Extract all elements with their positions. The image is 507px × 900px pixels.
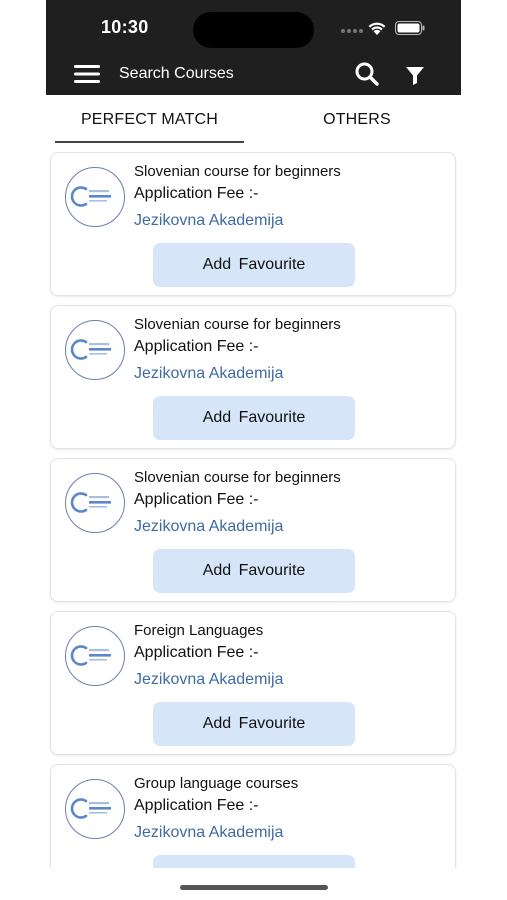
app-bar-title: Search Courses [119,65,234,82]
status-time: 10:30 [101,17,149,37]
battery-icon [395,21,425,35]
provider-logo-image [70,798,111,819]
course-name: Slovenian course for beginners [134,316,341,333]
application-fee: Application Fee :- [134,185,259,202]
provider-logo-image [70,492,111,513]
provider-logo [65,167,125,227]
provider-logo-image [70,339,111,360]
provider-link[interactable]: Jezikovna Akademija [134,365,283,383]
search-icon [355,62,379,86]
provider-logo [65,320,125,380]
add-favourite-button[interactable] [153,855,355,868]
tab-bar: PERFECT MATCH OTHERS [46,95,461,145]
provider-logo-image [70,186,111,207]
course-name: Slovenian course for beginners [134,469,341,486]
search-button[interactable] [354,61,380,87]
provider-logo [65,626,125,686]
filter-icon [406,67,424,85]
tab-others[interactable]: OTHERS [262,95,452,145]
provider-link[interactable]: Jezikovna Akademija [134,518,283,536]
home-indicator [180,885,328,890]
add-favourite-button[interactable]: Add Favourite [153,243,355,287]
application-fee: Application Fee :- [134,644,259,661]
course-card[interactable]: Slovenian course for beginners Applicati… [50,458,456,602]
provider-logo [65,779,125,839]
course-name: Foreign Languages [134,622,264,639]
tab-perfect-match[interactable]: PERFECT MATCH [55,95,244,145]
application-fee: Application Fee :- [134,491,259,508]
course-name: Slovenian course for beginners [134,163,341,180]
provider-logo-image [70,645,111,666]
course-list[interactable]: Slovenian course for beginners Applicati… [46,145,461,868]
add-favourite-button[interactable]: Add Favourite [153,396,355,440]
course-card[interactable]: Group language courses Application Fee :… [50,764,456,868]
hamburger-menu-button[interactable] [72,61,102,87]
application-fee: Application Fee :- [134,797,259,814]
add-favourite-button[interactable]: Add Favourite [153,702,355,746]
course-card[interactable]: Foreign Languages Application Fee :- Jez… [50,611,456,755]
application-fee: Application Fee :- [134,338,259,355]
provider-link[interactable]: Jezikovna Akademija [134,824,283,842]
hamburger-menu-icon [74,65,100,83]
add-favourite-button[interactable]: Add Favourite [153,549,355,593]
provider-link[interactable]: Jezikovna Akademija [134,671,283,689]
filter-button[interactable] [404,64,426,86]
provider-logo [65,473,125,533]
course-card[interactable]: Slovenian course for beginners Applicati… [50,152,456,296]
course-card[interactable]: Slovenian course for beginners Applicati… [50,305,456,449]
selected-tab-indicator [55,141,244,143]
course-name: Group language courses [134,775,299,792]
top-bar: 10:30 Search Courses [46,0,461,95]
wifi-icon [368,22,386,35]
provider-link[interactable]: Jezikovna Akademija [134,212,283,230]
cellular-signal-icon [341,29,363,33]
phone-frame: 10:30 Search Courses PERFECT MATCH OTHER… [46,0,461,868]
dynamic-island [193,12,314,48]
screen: 10:30 Search Courses PERFECT MATCH OTHER… [0,0,507,900]
